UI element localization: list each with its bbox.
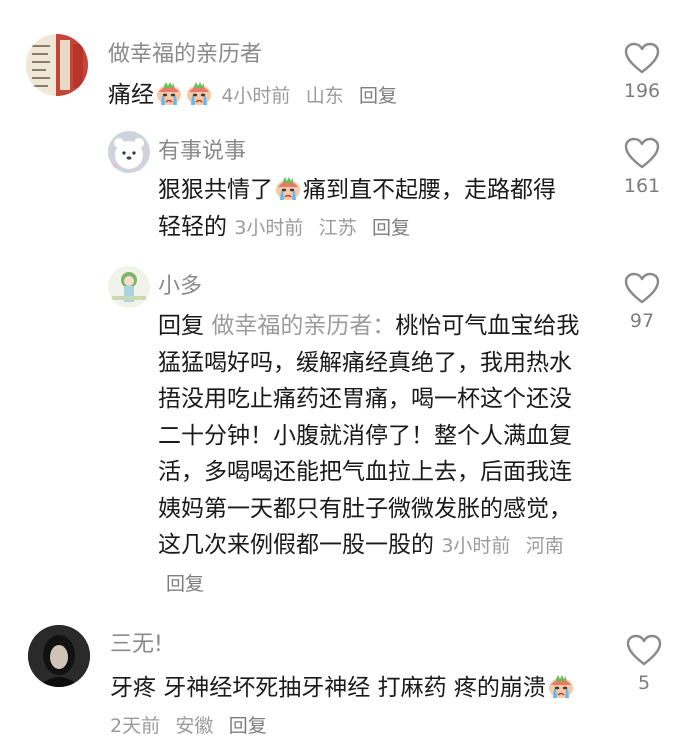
like-button[interactable]: 161: [617, 137, 667, 197]
crying-emoji-icon: [274, 175, 302, 201]
reply-button[interactable]: 回复: [359, 85, 397, 107]
like-count: 5: [637, 672, 651, 694]
like-count: 196: [623, 80, 661, 102]
heart-outline-icon: [626, 634, 662, 666]
avatar[interactable]: [26, 34, 88, 96]
comment-location: 河南: [525, 535, 564, 557]
comment-body: 狠狠共情了 痛到直不起腰，走路都得轻轻的 3小时前 江苏 回复: [158, 172, 578, 246]
crying-emoji-icon: [155, 80, 183, 106]
comment-body: 回复 做幸福的亲历者：桃怡可气血宝给我猛猛喝好吗，缓解痛经真绝了，我用热水捂没用…: [158, 308, 583, 602]
comment-time: 3小时前: [234, 216, 304, 239]
comment-time: 4小时前: [221, 85, 291, 107]
comment-time: 3小时前: [441, 535, 511, 557]
comment-author[interactable]: 小多: [158, 268, 202, 300]
crying-emoji-icon: [547, 673, 575, 699]
like-count: 97: [629, 310, 655, 332]
comment-location: 江苏: [318, 216, 357, 239]
avatar-image-icon: [108, 131, 150, 173]
avatar[interactable]: [108, 266, 150, 308]
comment-location: 山东: [305, 85, 344, 107]
comment-author[interactable]: 三无!: [110, 626, 163, 658]
like-count: 161: [623, 175, 661, 197]
reply-to-author[interactable]: 做幸福的亲历者：: [211, 313, 395, 339]
reply-button[interactable]: 回复: [166, 573, 204, 595]
reply-button[interactable]: 回复: [372, 217, 410, 239]
comment-location: 安徽: [175, 714, 214, 737]
crying-emoji-icon: [185, 80, 213, 106]
comment-text: 狠狠共情了: [158, 177, 273, 203]
comment-body: 牙疼 牙神经坏死抽牙神经 打麻药 疼的崩溃 2天前 安徽 回复: [110, 670, 585, 744]
comment-text: 桃怡可气血宝给我猛猛喝好吗，缓解痛经真绝了，我用热水捂没用吃止痛药还胃痛，喝一杯…: [158, 313, 580, 558]
comment-author[interactable]: 做幸福的亲历者: [108, 36, 262, 68]
avatar[interactable]: [108, 131, 150, 173]
comment-time: 2天前: [110, 714, 161, 737]
heart-outline-icon: [624, 137, 660, 169]
avatar-image-icon: [28, 625, 90, 687]
comment-text: 牙疼 牙神经坏死抽牙神经 打麻药 疼的崩溃: [110, 675, 546, 701]
comment-text: 痛经: [108, 82, 154, 108]
comment-author[interactable]: 有事说事: [158, 133, 246, 165]
heart-outline-icon: [624, 272, 660, 304]
like-button[interactable]: 97: [617, 272, 667, 332]
like-button[interactable]: 196: [617, 42, 667, 102]
avatar[interactable]: [28, 625, 90, 687]
avatar-image-icon: [26, 34, 88, 96]
heart-outline-icon: [624, 42, 660, 74]
reply-prefix: 回复: [158, 313, 204, 339]
avatar-image-icon: [108, 266, 150, 308]
reply-button[interactable]: 回复: [229, 715, 267, 737]
comment-body: 痛经 4小时前 山东 回复: [108, 77, 568, 115]
like-button[interactable]: 5: [619, 634, 669, 694]
